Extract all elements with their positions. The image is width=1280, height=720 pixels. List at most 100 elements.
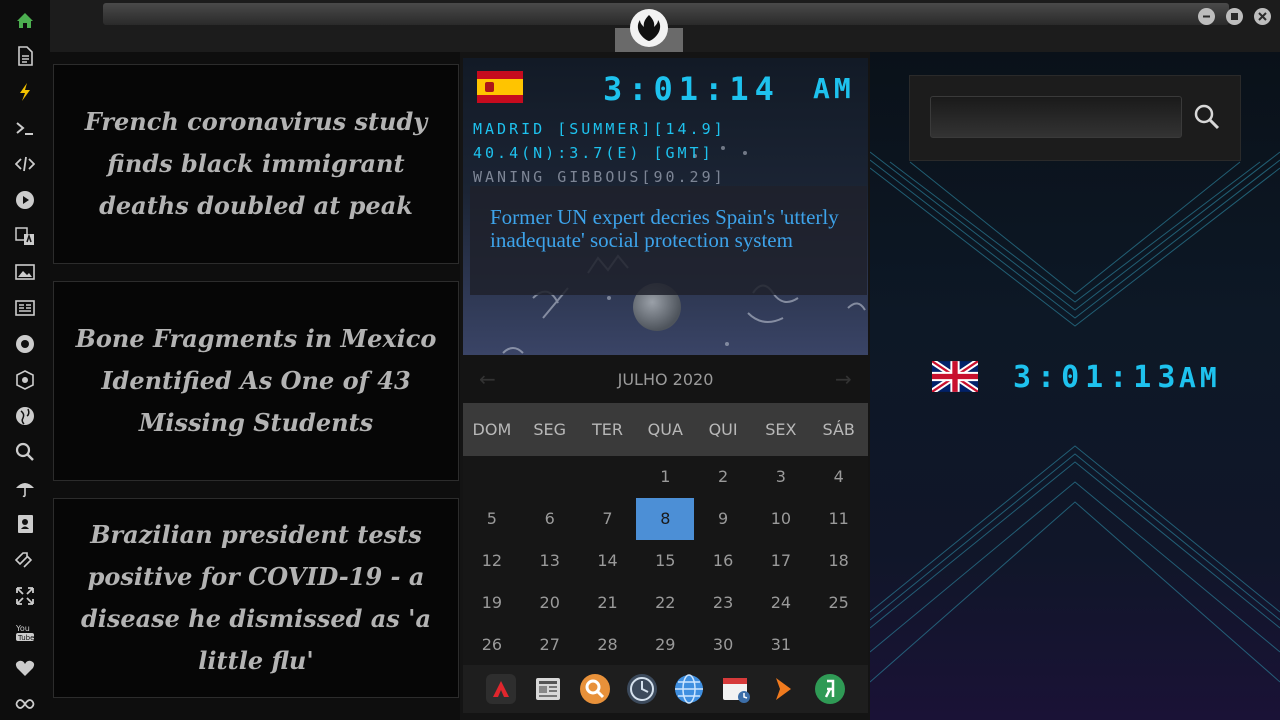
calendar-day[interactable]: 14 [579,540,637,582]
terminal-icon[interactable] [13,116,37,140]
news-headline: Brazilian president tests positive for C… [80,520,432,675]
calendar-day[interactable]: 1 [636,456,694,498]
calendar-day[interactable]: 3 [752,456,810,498]
search-icon[interactable] [13,440,37,464]
calendar-day[interactable]: 31 [752,624,810,666]
calendar-day[interactable]: 12 [463,540,521,582]
maximize-button[interactable] [1226,8,1243,25]
calendar-day[interactable]: 7 [579,498,637,540]
yandex-icon[interactable] [814,673,846,705]
news-column: French coronavirus study finds black imm… [50,52,460,720]
weekday-label: DOM [472,420,512,439]
news-headline: French coronavirus study finds black imm… [84,107,428,220]
weekday-label: SEG [533,420,567,439]
globe-icon[interactable] [673,673,705,705]
coat-of-arms-icon [485,82,494,92]
calendar-day-today[interactable]: 8 [636,498,695,540]
calendar-day[interactable]: 27 [521,624,579,666]
uk-ampm: AM [1179,361,1221,394]
document-icon[interactable] [13,44,37,68]
svg-text:You: You [15,624,30,633]
image-icon[interactable] [13,260,37,284]
minimize-button[interactable] [1198,8,1215,25]
spain-location: MADRID [SUMMER][14.9] [473,120,726,138]
search-input[interactable] [930,96,1182,138]
minimize-icon [1203,15,1210,18]
calendar-day[interactable]: 28 [579,624,637,666]
calendar-week-row: 5 6 7 8 9 10 11 [463,498,868,540]
calendar-day[interactable]: 17 [752,540,810,582]
spain-clock-widget: 3:01:14 AM MADRID [SUMMER][14.9] 40.4(N)… [463,58,868,355]
calendar-week-row: 26 27 28 29 30 31 [463,624,868,666]
translate-icon[interactable] [13,224,37,248]
news-card[interactable]: Bone Fragments in Mexico Identified As O… [53,281,459,481]
arrow-icon[interactable] [767,673,799,705]
umbrella-icon[interactable] [13,476,37,500]
spain-coordinates: 40.4(N):3.7(E) [GMT] [473,144,714,162]
calendar-day[interactable]: 21 [579,582,637,624]
calendar-week-row: 1234 [463,456,868,498]
calendar-day[interactable]: 5 [463,498,521,540]
spain-flag [477,71,523,103]
lightning-icon[interactable] [13,80,37,104]
calendar-day[interactable]: 22 [636,582,694,624]
infinity-icon[interactable] [13,692,37,716]
app-dock [463,665,868,713]
calendar-day[interactable]: 20 [521,582,579,624]
play-icon[interactable] [13,188,37,212]
news-card[interactable]: Brazilian president tests positive for C… [53,498,459,698]
calendar-day[interactable]: 16 [694,540,752,582]
calendar-day[interactable]: 26 [463,624,521,666]
close-button[interactable] [1254,8,1271,25]
calendar-grid: 1 2 3 4 5 6 7 8 9 10 11 12 13 14 15 16 17 18 19 20 21 22 23 24 2… [463,456,868,666]
calendar-weekdays: DOM SEG TER QUA QUI SEX SÁB [463,403,868,456]
calendar-title: JULHO 2020 [617,370,714,389]
news-card[interactable]: French coronavirus study finds black imm… [53,64,459,264]
search-button[interactable] [1190,100,1224,134]
calendar-day[interactable]: 4 [810,456,868,498]
rebel-icon[interactable] [13,332,37,356]
newspaper-icon[interactable] [532,673,564,705]
calendar-day[interactable]: 6 [521,498,579,540]
calendar-day[interactable]: 2 [694,456,752,498]
calendar-day[interactable]: 9 [694,498,752,540]
magnifier-icon[interactable] [579,673,611,705]
calendar-day[interactable]: 25 [810,582,868,624]
youtube-icon[interactable]: You Tube [13,620,37,644]
calendar-day[interactable]: 13 [521,540,579,582]
calendar-day[interactable]: 10 [752,498,810,540]
code-icon[interactable] [13,152,37,176]
home-icon[interactable] [13,8,37,32]
calendar-day[interactable]: 29 [636,624,694,666]
empire-icon[interactable] [13,368,37,392]
calendar-day[interactable]: 30 [694,624,752,666]
rebel-alliance-logo[interactable] [630,9,668,47]
calendar-day[interactable]: 19 [463,582,521,624]
spain-headline-box[interactable]: Former UN expert decries Spain's 'utterl… [470,186,867,295]
weekday-label: QUI [708,420,738,439]
weekday-label: SÁB [822,420,855,439]
calendar-next-button[interactable]: → [835,367,852,391]
calendar-day [463,456,521,498]
tag-icon[interactable] [13,548,37,572]
calendar-day[interactable]: 24 [752,582,810,624]
calendar-day[interactable]: 15 [636,540,694,582]
expand-icon[interactable] [13,584,37,608]
calendar-day[interactable]: 23 [694,582,752,624]
calendar-day[interactable]: 11 [810,498,868,540]
calendar-icon[interactable] [720,673,752,705]
calendar-day[interactable]: 18 [810,540,868,582]
uk-flag [932,361,978,392]
moon-phase: WANING GIBBOUS[90.29] [473,168,726,186]
clock-icon[interactable] [626,673,658,705]
close-icon [1258,12,1267,21]
weekday-label: TER [591,420,623,439]
autocad-icon[interactable] [485,673,517,705]
heart-icon[interactable] [13,656,37,680]
globe-icon[interactable] [13,404,37,428]
news-icon[interactable] [13,296,37,320]
calendar-day [521,456,579,498]
calendar: ← JULHO 2020 → DOM SEG TER QUA QUI SEX S… [463,355,868,665]
contacts-icon[interactable] [13,512,37,536]
calendar-week-row: 19 20 21 22 23 24 25 [463,582,868,624]
